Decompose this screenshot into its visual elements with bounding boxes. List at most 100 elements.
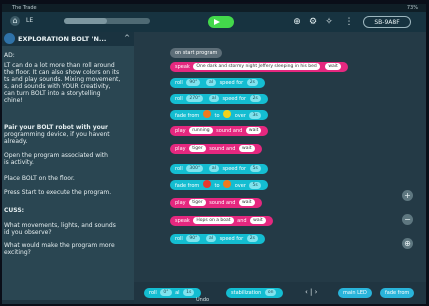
roll-time-field[interactable]: 2s bbox=[246, 79, 258, 86]
palette-main-led-block[interactable]: main LED bbox=[338, 288, 372, 298]
fade-time-field[interactable]: 5s bbox=[249, 182, 261, 189]
settings-icon[interactable]: ⚙ bbox=[308, 17, 318, 27]
sound-and-label: sound and bbox=[209, 146, 236, 152]
sound-mode-field[interactable]: wait bbox=[239, 199, 255, 206]
roll-speed-field[interactable]: al bbox=[205, 79, 216, 86]
activity-panel: EXPLORATION BOLT 'N... ^ AD: LT can do a… bbox=[2, 32, 134, 300]
program-canvas[interactable]: on start program speak One dark and stor… bbox=[134, 32, 426, 282]
chevron-up-icon[interactable]: ^ bbox=[124, 34, 130, 42]
speak-text-field[interactable]: Hops on a boat bbox=[193, 217, 234, 224]
palette-scroll-arrows[interactable]: ‹ | › bbox=[305, 288, 317, 296]
speak-label: speak bbox=[175, 218, 190, 224]
roll-angle-field[interactable]: 270° bbox=[186, 95, 204, 102]
sound-and-label: sound and bbox=[216, 128, 243, 134]
palette-roll-block[interactable]: roll 0° al 1s bbox=[144, 288, 202, 298]
speak-text-field[interactable]: One dark and stormy night Jeffery sleepi… bbox=[193, 63, 320, 70]
fade-time-field[interactable]: 3s bbox=[249, 112, 261, 119]
palette-roll-time: 1s bbox=[183, 289, 195, 296]
line-13: Press Start to execute the program. bbox=[4, 189, 112, 196]
roll-speed-label: speed for bbox=[222, 166, 247, 172]
palette-stabilization-block[interactable]: stabilization on bbox=[226, 288, 284, 298]
play-label: play bbox=[175, 200, 186, 206]
palette-roll-speed: al bbox=[175, 290, 180, 296]
roll-speed-field[interactable]: al bbox=[205, 235, 216, 242]
speak-label: speak bbox=[175, 64, 190, 70]
fade-label: fade from bbox=[175, 183, 200, 189]
sound-mode-field[interactable]: wait bbox=[245, 127, 262, 134]
activity-header[interactable]: EXPLORATION BOLT 'N... ^ bbox=[2, 32, 134, 46]
sound-and-label: sound and bbox=[209, 200, 236, 206]
line-4: s, and sounds with YOUR creativity, bbox=[4, 83, 111, 90]
zoom-in-icon[interactable]: + bbox=[402, 190, 413, 201]
line-6: chine! bbox=[4, 97, 23, 104]
activity-title: EXPLORATION BOLT 'N... bbox=[18, 35, 107, 43]
roll-block-2[interactable]: roll 270° al speed for 2s bbox=[170, 94, 268, 104]
fade-from-color[interactable] bbox=[202, 110, 211, 118]
fade-to-color[interactable] bbox=[223, 180, 232, 188]
palette-stabilization-value: on bbox=[264, 289, 277, 296]
roll-speed-field[interactable]: al bbox=[208, 95, 219, 102]
palette-fade-block[interactable]: fade from bbox=[380, 288, 415, 298]
status-bar: The Trade 73% bbox=[2, 4, 426, 12]
roll-label: roll bbox=[175, 236, 183, 242]
line-18: exciting? bbox=[4, 249, 31, 256]
roll-time-field[interactable]: 2s bbox=[249, 95, 261, 102]
tablet-screen: The Trade 73% ⌂ LE ⊕ ⚙ ✧ ⋮ SB-9A8F EXPLO… bbox=[2, 4, 426, 304]
on-start-label: on start program bbox=[175, 50, 218, 56]
fade-to-color[interactable] bbox=[223, 110, 232, 118]
home-icon[interactable]: ⌂ bbox=[10, 16, 20, 26]
fade-to-label: to bbox=[214, 183, 220, 189]
sound-block-1[interactable]: play running sound and wait bbox=[170, 126, 269, 136]
on-start-block[interactable]: on start program bbox=[170, 48, 223, 58]
sound-mode-field[interactable]: wait bbox=[239, 145, 255, 152]
sound-name-field[interactable]: tiger bbox=[189, 145, 206, 152]
line-10: Open the program associated with bbox=[4, 152, 108, 159]
tools-icon[interactable]: ✧ bbox=[324, 17, 334, 27]
fade-block-2[interactable]: fade from to over 5s bbox=[170, 180, 268, 190]
sound-block-2[interactable]: play tiger sound and wait bbox=[170, 144, 262, 154]
speak-mode-field[interactable]: wait bbox=[325, 63, 341, 70]
roll-speed-label: speed for bbox=[219, 236, 244, 242]
fade-block-1[interactable]: fade from to over 3s bbox=[170, 110, 268, 120]
speak-mode-field[interactable]: wait bbox=[250, 217, 266, 224]
app-title: LE bbox=[26, 17, 34, 24]
zoom-out-icon[interactable]: − bbox=[402, 214, 413, 225]
roll-speed-label: speed for bbox=[219, 80, 244, 86]
undo-label[interactable]: Undo bbox=[196, 297, 209, 303]
gamepad-icon[interactable]: ⊕ bbox=[292, 17, 302, 27]
activity-icon bbox=[4, 33, 15, 44]
speak-block-1[interactable]: speak One dark and stormy night Jeffery … bbox=[170, 62, 348, 72]
start-button[interactable] bbox=[208, 16, 234, 28]
speak-and-label: and bbox=[237, 218, 247, 224]
robot-connection-button[interactable]: SB-9A8F bbox=[363, 16, 411, 28]
sound-name-field[interactable]: tiger bbox=[189, 199, 206, 206]
roll-block-3[interactable]: roll 300° al speed for 5s bbox=[170, 164, 268, 174]
robot-name: SB-9A8F bbox=[374, 19, 400, 26]
sound-name-field[interactable]: running bbox=[189, 127, 213, 134]
roll-angle-field[interactable]: 300° bbox=[186, 165, 204, 172]
more-icon[interactable]: ⋮ bbox=[344, 17, 354, 27]
line-8: programming device, if you havent bbox=[4, 131, 110, 138]
line-9: already. bbox=[4, 138, 28, 145]
line-16: id you observe? bbox=[4, 229, 52, 236]
roll-block-1[interactable]: roll 90° al speed for 2s bbox=[170, 78, 265, 88]
line-15: What movements, lights, and sounds bbox=[4, 222, 116, 229]
zoom-fit-icon[interactable]: ⊕ bbox=[402, 238, 413, 249]
speed-slider-fill bbox=[64, 18, 107, 24]
roll-time-field[interactable]: 2s bbox=[246, 235, 258, 242]
fade-from-color[interactable] bbox=[202, 180, 211, 188]
palette-fade-label: fade from bbox=[385, 290, 410, 296]
speed-slider[interactable] bbox=[64, 18, 150, 24]
roll-time-field[interactable]: 5s bbox=[249, 165, 261, 172]
speak-block-2[interactable]: speak Hops on a boat and wait bbox=[170, 216, 273, 226]
fade-over-label: over bbox=[234, 183, 246, 189]
roll-block-4[interactable]: roll 90° al speed for 2s bbox=[170, 234, 265, 244]
line-17: What would make the program more bbox=[4, 242, 115, 249]
roll-speed-field[interactable]: al bbox=[208, 165, 219, 172]
battery-status: 73% bbox=[406, 5, 418, 11]
line-1: LT can do a lot more than roll around bbox=[4, 62, 115, 69]
roll-angle-field[interactable]: 90° bbox=[186, 79, 201, 86]
sound-block-3[interactable]: play tiger sound and wait bbox=[170, 198, 262, 208]
roll-angle-field[interactable]: 90° bbox=[186, 235, 201, 242]
play-label: play bbox=[175, 146, 186, 152]
